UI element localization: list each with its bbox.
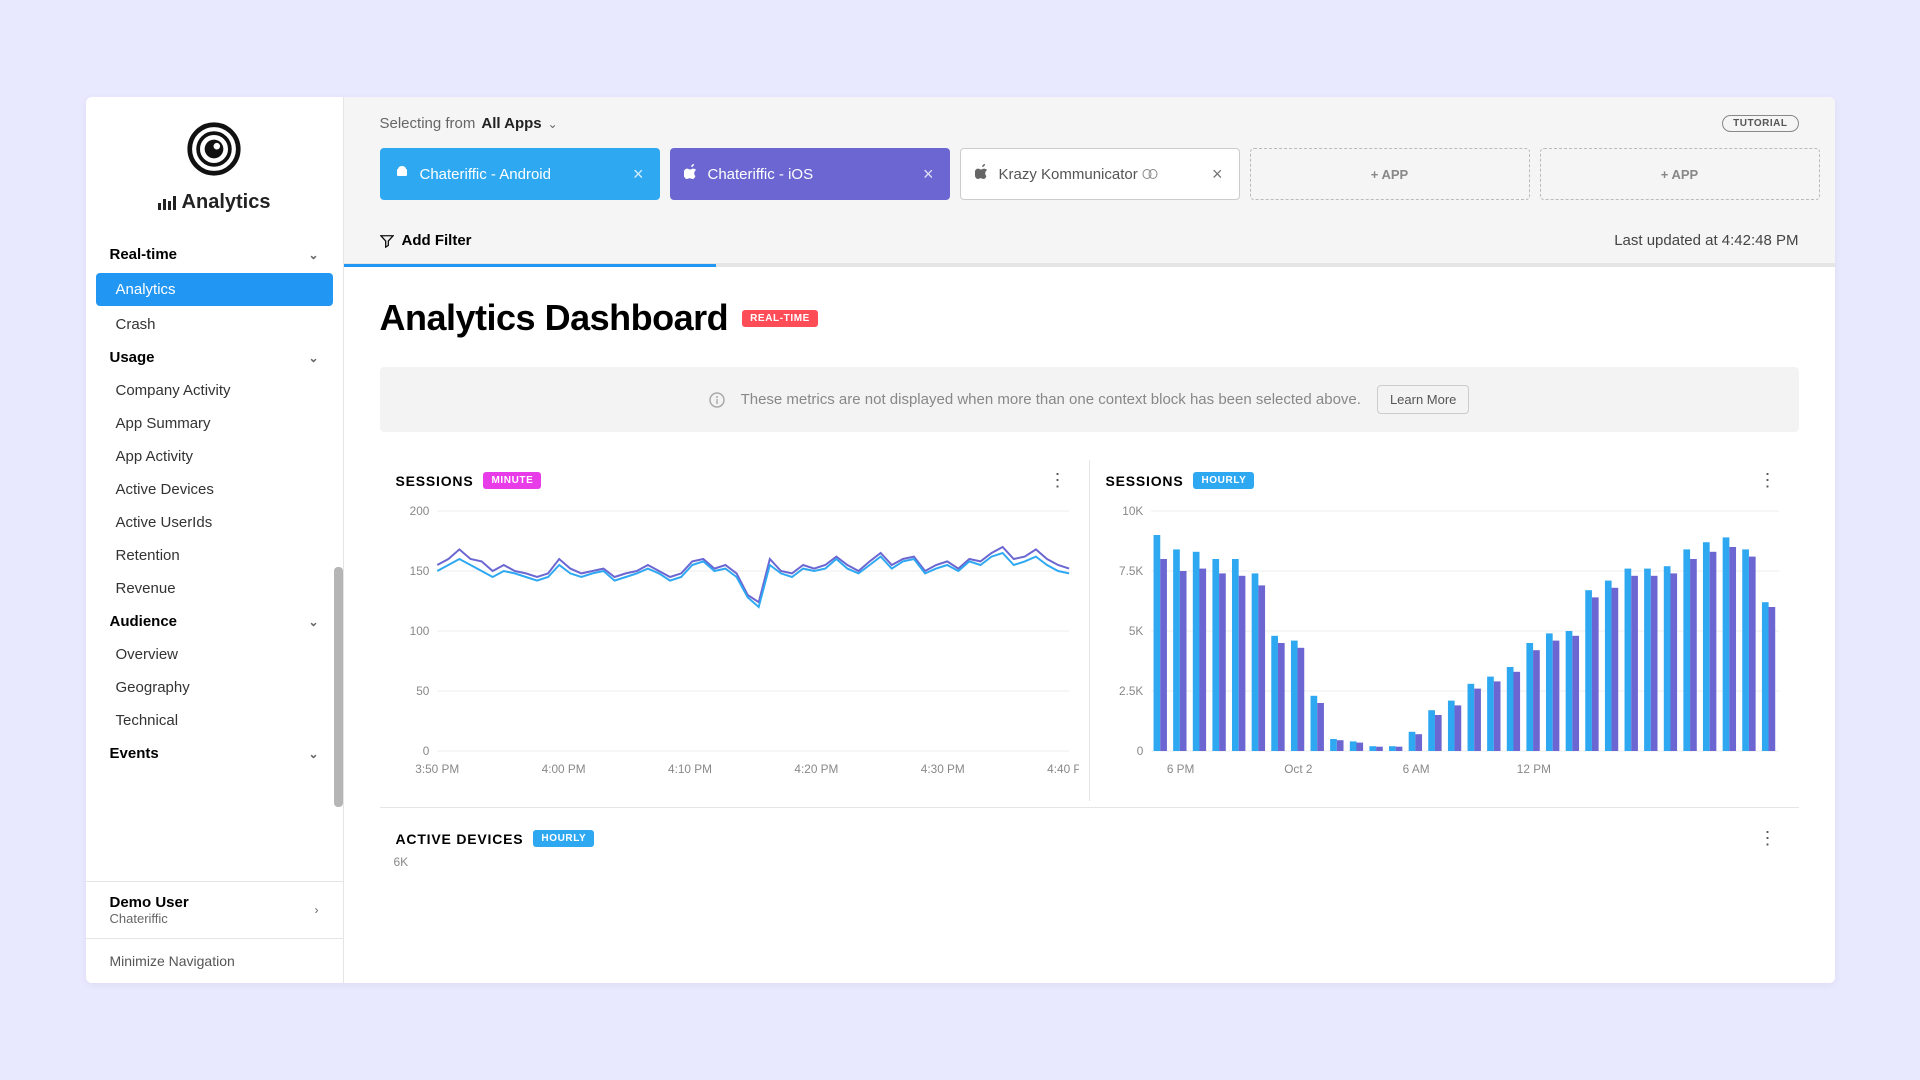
nav-section-usage[interactable]: Usage⌄: [86, 341, 343, 374]
context-chip-chateriffic-android[interactable]: Chateriffic - Android×: [380, 148, 660, 200]
sidebar: Analytics Real-time⌄AnalyticsCrashUsage⌄…: [86, 97, 344, 983]
context-selector[interactable]: Selecting from All Apps ⌄: [380, 115, 558, 132]
nav-item-overview[interactable]: Overview: [86, 638, 343, 671]
svg-text:6 AM: 6 AM: [1402, 762, 1429, 776]
notice-bar: These metrics are not displayed when mor…: [380, 367, 1799, 432]
add-filter-button[interactable]: Add Filter: [380, 232, 472, 249]
nav-section-events[interactable]: Events⌄: [86, 737, 343, 770]
ios-icon: [684, 164, 698, 184]
svg-text:0: 0: [422, 744, 429, 758]
svg-text:4:20 PM: 4:20 PM: [794, 762, 838, 776]
other-icon: [975, 164, 989, 184]
hourly-badge: HOURLY: [533, 830, 594, 847]
realtime-badge: REAL-TIME: [742, 310, 818, 327]
svg-text:4:00 PM: 4:00 PM: [541, 762, 585, 776]
chevron-down-icon: ⌄: [308, 248, 318, 262]
minute-badge: MINUTE: [483, 472, 541, 489]
remove-chip-button[interactable]: ×: [921, 164, 936, 185]
nav-section-real-time[interactable]: Real-time⌄: [86, 238, 343, 271]
chevron-down-icon: ⌄: [548, 117, 558, 131]
context-bar: Selecting from All Apps ⌄ TUTORIAL Chate…: [344, 97, 1835, 218]
chevron-down-icon: ⌄: [308, 351, 318, 365]
nav-item-revenue[interactable]: Revenue: [86, 572, 343, 605]
nav-item-company-activity[interactable]: Company Activity: [86, 374, 343, 407]
logo-icon: [186, 121, 242, 177]
last-updated: Last updated at 4:42:48 PM: [1614, 232, 1798, 249]
chart-menu-button[interactable]: ⋮: [1753, 470, 1783, 491]
nav-item-app-activity[interactable]: App Activity: [86, 440, 343, 473]
notice-text: These metrics are not displayed when mor…: [741, 391, 1361, 408]
svg-text:6 PM: 6 PM: [1166, 762, 1194, 776]
svg-text:7.5K: 7.5K: [1119, 564, 1143, 578]
context-chip-krazy-kommunicator[interactable]: Krazy Kommunicator×: [960, 148, 1240, 200]
chevron-down-icon: ⌄: [308, 615, 318, 629]
svg-text:4:10 PM: 4:10 PM: [668, 762, 712, 776]
chart-title: SESSIONS: [396, 473, 474, 489]
bars-icon: [158, 196, 176, 210]
context-chip-chateriffic-ios[interactable]: Chateriffic - iOS×: [670, 148, 950, 200]
chevron-down-icon: ⌄: [308, 747, 318, 761]
info-icon: [709, 392, 725, 408]
svg-text:4:30 PM: 4:30 PM: [920, 762, 964, 776]
nav-item-crash[interactable]: Crash: [86, 308, 343, 341]
svg-text:12 PM: 12 PM: [1516, 762, 1550, 776]
nav-item-geography[interactable]: Geography: [86, 671, 343, 704]
chart-sessions-minute: SESSIONS MINUTE ⋮ 0 50 100 150 200 3:50 PM 4:0…: [380, 460, 1090, 801]
android-icon: [394, 164, 410, 184]
ytick-label: 6K: [380, 855, 1799, 869]
svg-text:2.5K: 2.5K: [1119, 684, 1143, 698]
nav-item-active-userids[interactable]: Active UserIds: [86, 506, 343, 539]
user-menu[interactable]: Demo User Chateriffic ›: [86, 881, 343, 938]
chart-menu-button[interactable]: ⋮: [1043, 470, 1073, 491]
hourly-badge: HOURLY: [1193, 472, 1254, 489]
content-scroll[interactable]: Analytics Dashboard REAL-TIME These metr…: [344, 267, 1835, 983]
bar-chart-svg: 0 2.5K 5K 7.5K 10K 6 PM Oct 2 6 AM 12 PM: [1100, 501, 1789, 781]
nav-item-retention[interactable]: Retention: [86, 539, 343, 572]
nav-item-app-summary[interactable]: App Summary: [86, 407, 343, 440]
page-title: Analytics Dashboard: [380, 297, 729, 339]
svg-text:Oct 2: Oct 2: [1284, 762, 1313, 776]
nav-item-active-devices[interactable]: Active Devices: [86, 473, 343, 506]
svg-text:10K: 10K: [1122, 504, 1143, 518]
svg-text:3:50 PM: 3:50 PM: [415, 762, 459, 776]
context-chips: Chateriffic - Android×Chateriffic - iOS×…: [380, 148, 1799, 200]
filter-row: Add Filter Last updated at 4:42:48 PM: [344, 218, 1835, 264]
chart-menu-button[interactable]: ⋮: [1753, 828, 1783, 849]
svg-text:5K: 5K: [1128, 624, 1142, 638]
main: Selecting from All Apps ⌄ TUTORIAL Chate…: [344, 97, 1835, 983]
charts-row: SESSIONS MINUTE ⋮ 0 50 100 150 200 3:50 PM 4:0…: [380, 460, 1799, 801]
chevron-right-icon: ›: [315, 903, 319, 917]
svg-text:200: 200: [409, 504, 429, 518]
chart-title: ACTIVE DEVICES: [396, 831, 524, 847]
svg-text:4:40 PM: 4:40 PM: [1047, 762, 1079, 776]
line-chart-svg: 0 50 100 150 200 3:50 PM 4:00 PM 4:10 PM 4:20 PM…: [390, 501, 1079, 781]
add-app-chip[interactable]: + APP: [1250, 148, 1530, 200]
svg-text:0: 0: [1136, 744, 1143, 758]
chart-sessions-hourly: SESSIONS HOURLY ⋮ 0 2.5K 5K 7.5K 10K 6 PM Oct …: [1090, 460, 1799, 801]
remove-chip-button[interactable]: ×: [631, 164, 646, 185]
tutorial-button[interactable]: TUTORIAL: [1722, 115, 1798, 132]
app-window: Analytics Real-time⌄AnalyticsCrashUsage⌄…: [86, 97, 1835, 983]
minimize-nav-button[interactable]: Minimize Navigation: [86, 938, 343, 983]
brand-text: Analytics: [182, 191, 271, 214]
learn-more-button[interactable]: Learn More: [1377, 385, 1469, 414]
chart-active-devices: ACTIVE DEVICES HOURLY ⋮: [380, 807, 1799, 855]
svg-text:100: 100: [409, 624, 429, 638]
nav-item-technical[interactable]: Technical: [86, 704, 343, 737]
remove-chip-button[interactable]: ×: [1210, 164, 1225, 185]
sidebar-scroll-thumb[interactable]: [334, 567, 343, 807]
svg-text:150: 150: [409, 564, 429, 578]
logo-area: Analytics: [86, 97, 343, 224]
user-company: Chateriffic: [110, 911, 189, 926]
add-app-chip[interactable]: + APP: [1540, 148, 1820, 200]
chart-title: SESSIONS: [1106, 473, 1184, 489]
svg-text:50: 50: [416, 684, 430, 698]
nav-section-audience[interactable]: Audience⌄: [86, 605, 343, 638]
nav: Real-time⌄AnalyticsCrashUsage⌄Company Ac…: [86, 224, 343, 881]
filter-icon: [380, 234, 394, 248]
nav-item-analytics[interactable]: Analytics: [96, 273, 333, 306]
user-name: Demo User: [110, 894, 189, 911]
